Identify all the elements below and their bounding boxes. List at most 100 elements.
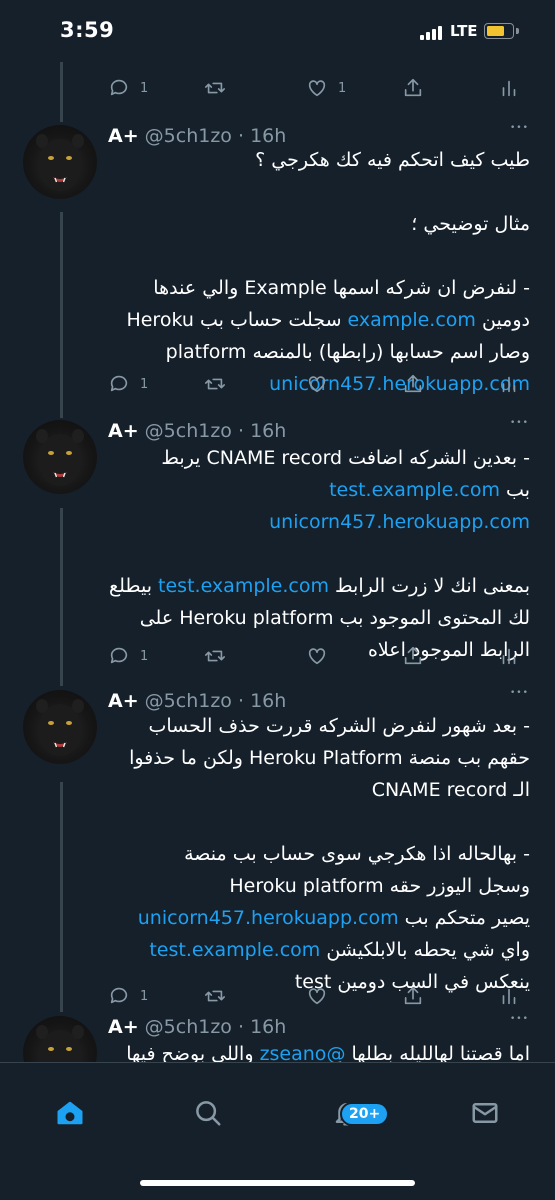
tweet-text-segment: - بعد شهور لنفرض الشركه قررت حذف الحساب [148,715,530,737]
display-name[interactable]: A+ [108,1016,139,1038]
tweet-text-segment: الـ CNAME record [371,779,530,801]
share-button[interactable] [402,984,424,1008]
avatar[interactable] [23,125,97,199]
tweet-text-segment: بب [500,479,530,501]
share-button[interactable] [402,372,424,396]
retweet-button[interactable] [204,372,226,396]
tweet-time: 16h [250,690,287,712]
reply-count: 1 [140,648,149,664]
tab-messages[interactable] [465,1093,505,1133]
signal-icon [420,24,446,40]
tweet-link[interactable]: test.example.com [149,939,320,961]
tweet-text-line: دومين example.com سجلت حساب بب Heroku [108,304,530,336]
tweet-text-line: - بعد شهور لنفرض الشركه قررت حذف الحساب [108,710,530,742]
tweet-text-segment: طيب كيف اتحكم فيه كك هكرجي ؟ [255,149,530,171]
tweet-text-line: - بهالحاله اذا هكرجي سوى حساب بب منصة [108,838,530,870]
more-options-icon[interactable]: ••• [510,1014,529,1024]
reply-icon [110,987,128,1004]
tweet-text-segment: دومين [475,309,530,331]
tweet-link[interactable]: example.com [348,309,476,331]
share-button[interactable] [402,76,424,100]
tweet-actions: 1 [108,372,528,396]
retweet-icon [205,650,225,662]
analytics-button[interactable] [498,372,520,396]
tweet-header: A+ @5ch1zo · 16h [108,1016,286,1038]
tweet-link[interactable]: unicorn457.herokuapp.com [138,907,399,929]
tab-search[interactable] [188,1093,228,1133]
thread-line [60,782,63,1012]
tweet-time: 16h [250,420,287,442]
like-button[interactable] [306,644,328,668]
separator-dot: · [231,1016,251,1038]
more-options-icon[interactable]: ••• [510,123,529,133]
like-button[interactable]: 1 [306,76,346,100]
tweet-actions: 1 [108,644,528,668]
analytics-icon [502,988,516,1005]
notification-badge: 20+ [340,1102,390,1126]
share-icon [404,646,422,665]
analytics-button[interactable] [498,644,520,668]
display-name[interactable]: A+ [108,420,139,442]
tweet-text-line: لك المحتوى الموجود بب Heroku platform عل… [108,602,530,634]
handle[interactable]: @5ch1zo [145,690,232,712]
tweet-text-line [108,240,530,272]
tweet-text: - بعدين الشركه اضافت CNAME record يربط te… [108,442,530,666]
more-options-icon[interactable]: ••• [510,688,529,698]
reply-icon [110,375,128,392]
tweet-time: 16h [250,1016,287,1038]
tweet-text-line: الـ CNAME record [108,774,530,806]
tweet-text-line: بمعنى انك لا زرت الرابط test.example.com… [108,570,530,602]
handle[interactable]: @5ch1zo [145,420,232,442]
reply-button[interactable]: 1 [108,76,148,100]
tweet-text-segment: - بهالحاله اذا هكرجي سوى حساب بب منصة [184,843,530,865]
thread-line [60,508,63,686]
tweet-text-line [108,176,530,208]
tweet-link[interactable]: test.example.com [329,479,500,501]
retweet-icon [205,82,225,94]
reply-count: 1 [140,376,149,392]
tweet-text-line: unicorn457.herokuapp.com [108,506,530,538]
tab-home[interactable] [50,1093,90,1133]
tweet-link[interactable]: unicorn457.herokuapp.com [269,511,530,533]
handle[interactable]: @5ch1zo [145,1016,232,1038]
reply-icon [110,647,128,664]
retweet-button[interactable] [204,76,226,100]
thread-line [60,212,63,418]
tweet-text-segment: Heroku platform وسجل اليوزر حقه [229,875,530,897]
retweet-button[interactable] [204,644,226,668]
separator-dot: · [231,690,251,712]
more-options-icon[interactable]: ••• [510,418,529,428]
panther-avatar-icon [36,134,84,191]
retweet-button[interactable] [204,984,226,1008]
reply-button[interactable]: 1 [108,372,148,396]
tweet-actions: 1 [108,984,528,1008]
retweet-icon [205,378,225,390]
tweet-text-segment: لك المحتوى الموجود بب Heroku platform عل… [139,607,530,629]
display-name[interactable]: A+ [108,690,139,712]
avatar[interactable] [23,690,97,764]
tweet-text-line: - لنفرض ان شركه اسمها Example والي عندها [108,272,530,304]
tweet-text: - بعد شهور لنفرض الشركه قررت حذف الحساب ح… [108,710,530,998]
tweet-link[interactable]: test.example.com [158,575,329,597]
panther-avatar-icon [36,429,84,486]
tweet-text-segment: - لنفرض ان شركه اسمها Example والي عندها [153,277,530,299]
mail-icon [472,1103,498,1123]
like-button[interactable] [306,372,328,396]
tweet-text: طيب كيف اتحكم فيه كك هكرجي ؟ مثال توضيحي … [108,144,530,400]
status-bar: 3:59 LTE [0,0,555,62]
tweet-text-line: طيب كيف اتحكم فيه كك هكرجي ؟ [108,144,530,176]
home-indicator [140,1180,415,1186]
battery-icon [484,23,514,39]
tweet-text-segment: بمعنى انك لا زرت الرابط [328,575,530,597]
share-button[interactable] [402,644,424,668]
avatar[interactable] [23,420,97,494]
reply-button[interactable]: 1 [108,644,148,668]
tweet-text-line: test.example.com بب [108,474,530,506]
analytics-button[interactable] [498,76,520,100]
like-button[interactable] [306,984,328,1008]
reply-button[interactable]: 1 [108,984,148,1008]
tweet-text-segment: واي شي يحطه بالابلكيشن [320,939,530,961]
analytics-button[interactable] [498,984,520,1008]
tweet-text-line: مثال توضيحي ؛ [108,208,530,240]
tweet-text-segment: حقهم بب منصة Heroku Platform ولكن ما حذف… [129,747,530,769]
